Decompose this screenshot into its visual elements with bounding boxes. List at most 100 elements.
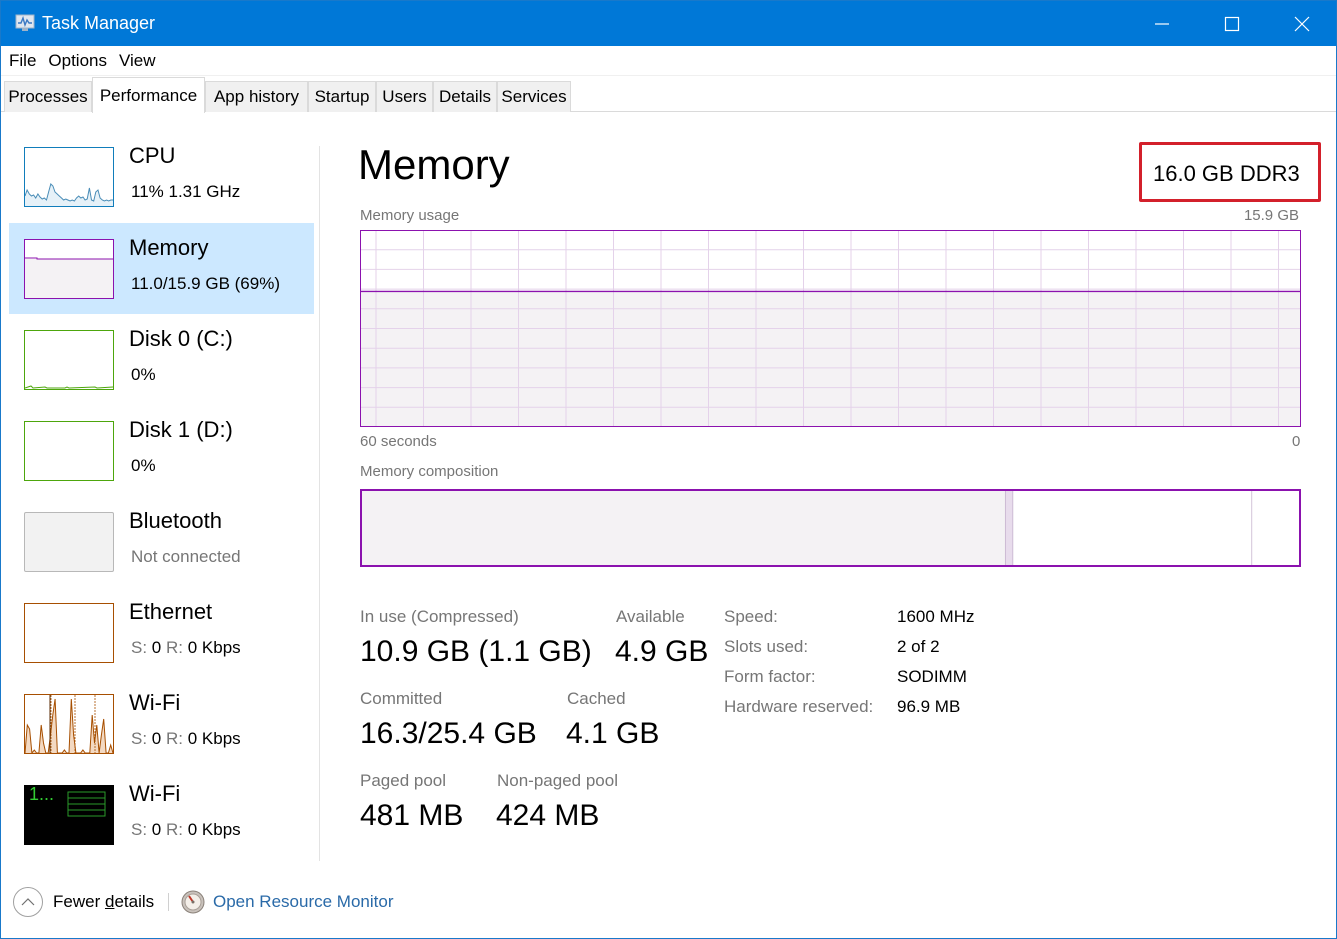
menu-view[interactable]: View [113,51,162,71]
bluetooth-thumbnail-graph [24,512,114,572]
sidebar-item-label: CPU [129,143,176,168]
available-value: 4.9 GB [615,635,709,668]
composition-segment-in-use [362,491,1006,565]
minimize-button[interactable] [1127,1,1197,46]
slots-used-value: 2 of 2 [897,637,940,656]
send-label: S: [131,729,148,748]
sidebar-item-disk-1[interactable]: Disk 1 (D:) 0% [9,405,314,496]
memory-usage-chart [360,230,1301,427]
tab-app-history[interactable]: App history [205,81,308,112]
committed-value: 16.3/25.4 GB [360,717,537,750]
composition-segment-standby [1013,491,1253,565]
slots-used-label: Slots used: [724,637,809,656]
receive-label: R: [166,638,183,657]
close-button[interactable] [1267,1,1337,46]
speed-label: Speed: [724,607,778,626]
footer-separator [168,893,169,911]
tab-details[interactable]: Details [433,81,497,112]
fewer-prefix: Fewer [53,892,105,911]
sidebar-item-disk-0[interactable]: Disk 0 (C:) 0% [9,314,314,405]
disk0-thumbnail-graph [24,330,114,390]
send-label: S: [131,820,148,839]
wifi-thumbnail-graph [24,694,114,754]
send-value: 0 [151,820,162,839]
sidebar-item-label: Bluetooth [129,508,222,533]
paged-pool-label: Paged pool [360,771,447,790]
window-title: Task Manager [42,13,156,33]
sidebar-item-wifi-2[interactable]: 1... Wi-Fi S: 0 R: 0 Kbps [9,769,314,860]
sidebar-item-label: Memory [129,235,209,260]
task-manager-window: Task Manager File Options View Processes… [0,0,1337,939]
wifi2-thumbnail-graph: 1... [24,785,114,845]
disk1-thumbnail-graph [24,421,114,481]
menu-file[interactable]: File [3,51,42,71]
hardware-reserved-label: Hardware reserved: [724,697,874,716]
minimize-icon [1155,22,1169,25]
tab-performance[interactable]: Performance [92,77,205,113]
ram-type-label: 16.0 GB DDR3 [1153,161,1300,186]
memory-composition-bar[interactable] [360,489,1301,567]
sidebar-item-wifi[interactable]: Wi-Fi S: 0 R: 0 Kbps [9,678,314,769]
receive-value: 0 Kbps [187,638,241,657]
sidebar-item-label: Disk 0 (C:) [129,326,233,351]
sidebar-item-label: Ethernet [129,599,213,624]
sidebar-item-ethernet[interactable]: Ethernet S: 0 R: 0 Kbps [9,587,314,678]
tab-processes[interactable]: Processes [4,81,92,112]
composition-segment-modified [1005,491,1014,565]
sidebar-item-bluetooth[interactable]: Bluetooth Not connected [9,496,314,587]
open-resource-monitor-link[interactable]: Open Resource Monitor [181,890,393,914]
sidebar-item-subtext: S: 0 R: 0 Kbps [131,638,241,658]
sidebar-item-cpu[interactable]: CPU 11% 1.31 GHz [9,131,314,222]
send-value: 0 [151,638,162,657]
wifi-sparkline [25,698,113,753]
menu-bar: File Options View [1,46,1336,76]
ethernet-thumbnail-graph [24,603,114,663]
open-resource-monitor-label: Open Resource Monitor [213,892,394,911]
composition-segment-free [1252,491,1299,565]
tab-startup[interactable]: Startup [308,81,376,112]
sidebar-item-label: Wi-Fi [129,690,181,715]
cached-label: Cached [567,689,626,708]
send-value: 0 [151,729,162,748]
hardware-reserved-value: 96.9 MB [897,697,961,716]
send-label: S: [131,638,148,657]
maximize-button[interactable] [1197,1,1267,46]
available-label: Available [616,607,685,626]
chevron-up-icon [13,887,43,917]
receive-value: 0 Kbps [187,820,241,839]
form-factor-label: Form factor: [724,667,816,686]
receive-value: 0 Kbps [187,729,241,748]
memory-usage-label: Memory usage [360,207,460,224]
maximize-icon [1224,16,1240,31]
memory-usage-max: 15.9 GB [1243,207,1299,224]
menu-options[interactable]: Options [42,51,113,71]
sidebar-item-subtext: Not connected [131,547,241,566]
sidebar-divider [319,146,320,861]
sidebar-item-subtext: S: 0 R: 0 Kbps [131,820,241,840]
speed-value: 1600 MHz [897,607,975,626]
in-use-value: 10.9 GB (1.1 GB) [360,635,592,668]
tab-users[interactable]: Users [376,81,433,112]
receive-label: R: [166,820,183,839]
close-icon [1294,16,1310,31]
cpu-thumbnail-graph [24,147,114,207]
non-paged-pool-value: 424 MB [496,799,600,832]
fewer-details-label: Fewer details [53,892,154,912]
fewer-details-button[interactable]: Fewer details [13,887,154,917]
memory-thumbnail-graph [24,239,114,299]
sidebar-item-subtext: 11% 1.31 GHz [131,182,241,201]
paged-pool-value: 481 MB [360,799,464,832]
sidebar-item-subtext: 0% [131,456,156,475]
tab-services[interactable]: Services [497,81,571,112]
task-manager-app-icon [15,14,35,31]
time-axis-left-label: 60 seconds [360,433,437,450]
sidebar-item-memory[interactable]: Memory 11.0/15.9 GB (69%) [9,223,314,314]
cached-value: 4.1 GB [566,717,660,750]
sidebar-item-label: Disk 1 (D:) [129,417,233,442]
non-paged-pool-label: Non-paged pool [497,771,618,790]
in-use-label: In use (Compressed) [360,607,519,626]
sidebar-item-subtext: 11.0/15.9 GB (69%) [131,274,280,293]
title-bar[interactable]: Task Manager [1,1,1336,46]
memory-composition-label: Memory composition [360,463,499,480]
resource-monitor-icon [181,890,205,914]
